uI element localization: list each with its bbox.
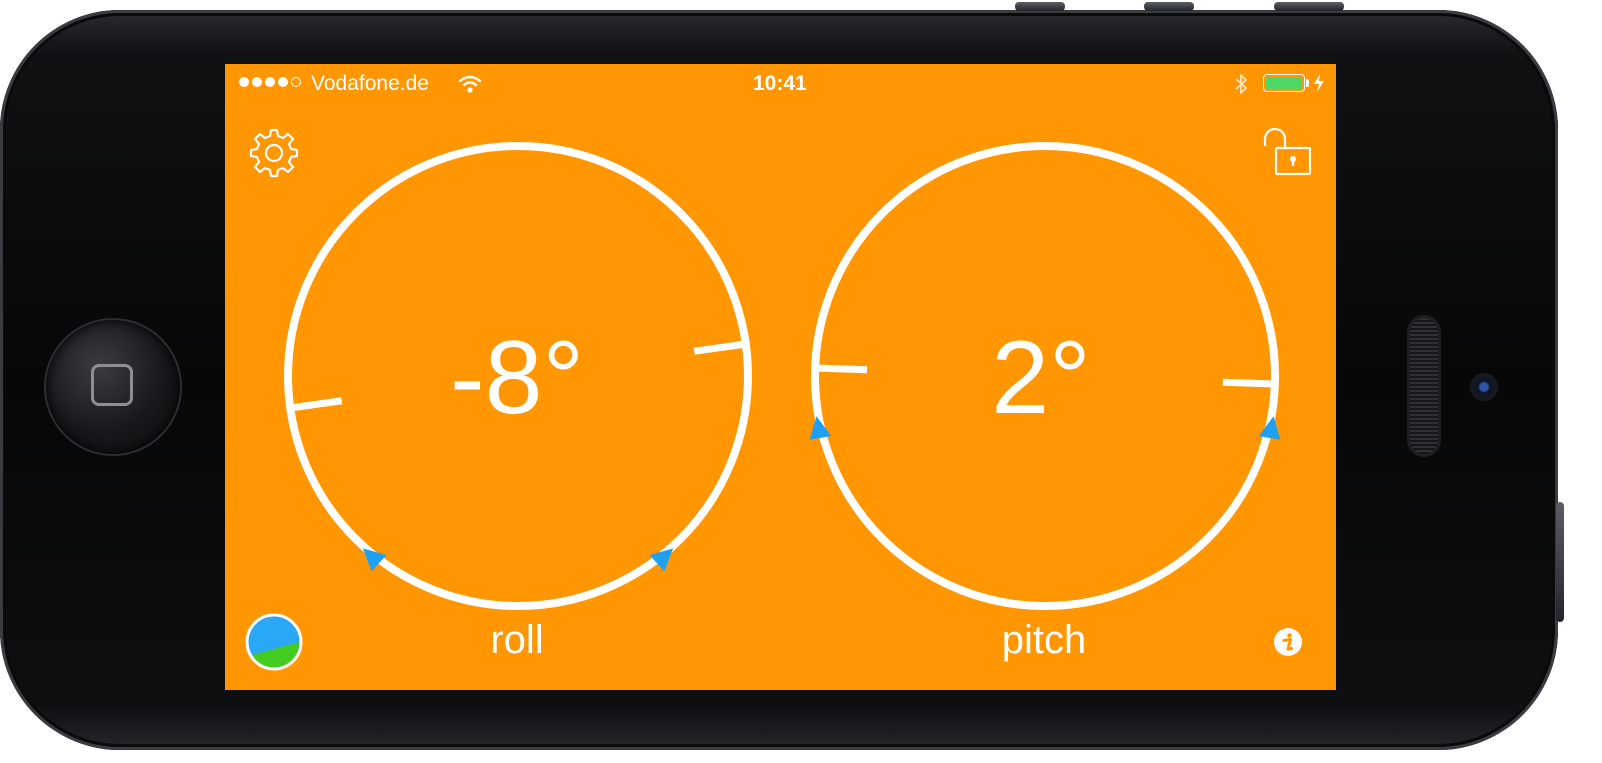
roll-value: -8° — [449, 320, 585, 436]
pitch-tick-left — [815, 364, 868, 374]
power-button — [1556, 502, 1564, 622]
level-ball-icon[interactable] — [245, 613, 303, 671]
earpiece-speaker — [1410, 318, 1438, 454]
info-icon[interactable] — [1273, 627, 1303, 657]
front-camera — [1470, 373, 1498, 401]
home-square-icon — [91, 364, 133, 406]
hardware-button — [1144, 2, 1194, 11]
pitch-tick-right — [1222, 378, 1275, 388]
app-screen: Vodafone.de 10:41 -8° 2° roll pitch — [225, 64, 1336, 690]
pitch-label: pitch — [1001, 618, 1087, 662]
pitch-value: 2° — [991, 320, 1091, 436]
hardware-button — [1274, 2, 1344, 11]
home-button[interactable] — [46, 320, 180, 454]
roll-tick-left — [289, 397, 343, 412]
roll-label: roll — [490, 618, 544, 662]
roll-tick-right — [693, 340, 747, 355]
hardware-button — [1015, 2, 1065, 11]
